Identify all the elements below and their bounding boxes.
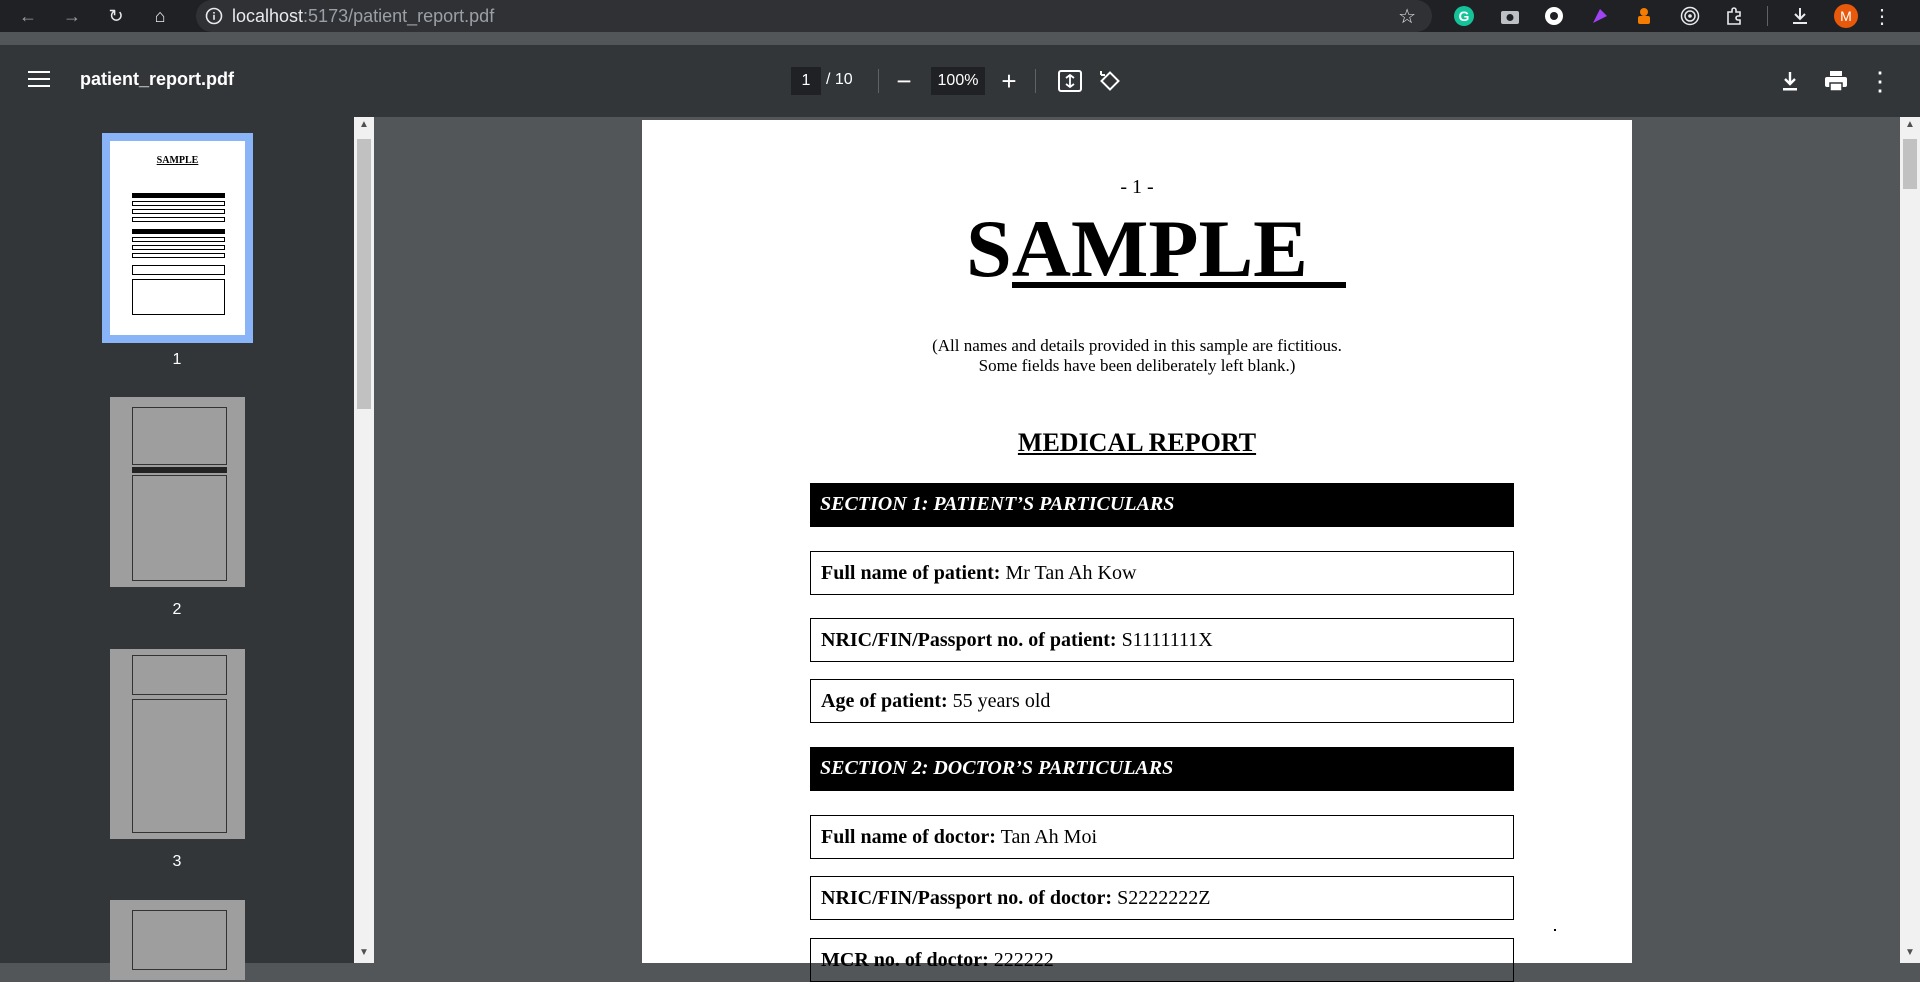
profile-avatar[interactable]: M (1834, 4, 1858, 28)
browser-toolbar: ← → ↻ ⌂ localhost:5173/patient_report.pd… (0, 0, 1920, 32)
section-2-header: SECTION 2: DOCTOR’S PARTICULARS (810, 747, 1514, 791)
field-label: NRIC/FIN/Passport no. of patient: (821, 629, 1117, 651)
scroll-down-arrow-icon[interactable]: ▼ (354, 947, 374, 958)
field-value: S2222222Z (1117, 887, 1211, 909)
extension-circle-icon[interactable] (1542, 4, 1566, 28)
report-title: MEDICAL REPORT (1017, 428, 1257, 457)
page-dot (1554, 929, 1556, 931)
more-options-icon[interactable]: ⋮ (1864, 65, 1896, 97)
thumbnail-content (132, 253, 225, 258)
thumbnail-label: 3 (172, 853, 182, 870)
field-label: NRIC/FIN/Passport no. of doctor: (821, 887, 1113, 909)
field-value: S1111111X (1121, 629, 1213, 651)
field-label: Age of patient: (821, 690, 948, 712)
bookmark-star-icon[interactable]: ☆ (1398, 4, 1416, 29)
scroll-down-arrow-icon[interactable]: ▼ (1900, 947, 1920, 958)
thumbnail-content (132, 655, 227, 695)
thumbnail-content (132, 467, 227, 473)
thumbnail-content (132, 229, 225, 234)
forward-icon[interactable]: → (52, 0, 92, 32)
patient-name-field: Full name of patient: Mr Tan Ah Kow (810, 551, 1514, 595)
disclaimer-line: (All names and details provided in this … (932, 336, 1342, 355)
thumbnail-content (132, 699, 227, 833)
sidebar-scrollbar[interactable]: ▲ ▼ (354, 117, 374, 963)
disclaimer-text: (All names and details provided in this … (642, 336, 1632, 376)
sample-underline (1012, 282, 1346, 288)
thumbnail-page-3[interactable] (110, 649, 245, 839)
document-title: patient_report.pdf (80, 69, 235, 89)
thumbnail-content (132, 245, 225, 250)
thumbnail-content (132, 265, 225, 275)
thumbnail-label: 1 (172, 351, 182, 368)
doctor-id-field: NRIC/FIN/Passport no. of doctor: S222222… (810, 876, 1514, 920)
zoom-out-icon[interactable]: − (888, 65, 920, 97)
field-value: 55 years old (952, 690, 1051, 712)
thumbnail-content (132, 475, 227, 581)
thumbnail-label: 2 (172, 601, 182, 618)
reload-icon[interactable]: ↻ (96, 0, 136, 32)
browser-menu-icon[interactable]: ⋮ (1870, 4, 1894, 28)
fit-to-page-icon[interactable] (1054, 65, 1086, 97)
field-label: Full name of patient: (821, 562, 1001, 584)
thumbnail-content (132, 209, 225, 214)
home-icon[interactable]: ⌂ (140, 0, 180, 32)
rotate-icon[interactable] (1094, 65, 1126, 97)
document-scroll-thumb[interactable] (1903, 139, 1917, 189)
svg-text:G: G (1459, 8, 1470, 24)
url-host: localhost (232, 5, 304, 26)
thumbnail-content: SAMPLE (156, 155, 199, 166)
thumbnail-page-1[interactable]: SAMPLE (102, 133, 253, 343)
extensions-puzzle-icon[interactable] (1722, 4, 1746, 28)
disclaimer-line: Some fields have been deliberately left … (978, 356, 1296, 375)
download-icon[interactable] (1774, 65, 1806, 97)
toolbar-separator (878, 69, 879, 93)
address-bar[interactable]: localhost:5173/patient_report.pdf ☆ (196, 0, 1432, 32)
patient-id-field: NRIC/FIN/Passport no. of patient: S11111… (810, 618, 1514, 662)
page-total: / 10 (826, 71, 853, 88)
extension-purple-icon[interactable] (1588, 4, 1612, 28)
url-text: localhost:5173/patient_report.pdf (232, 6, 494, 27)
scroll-up-arrow-icon[interactable]: ▲ (354, 119, 374, 130)
document-scrollbar[interactable]: ▲ ▼ (1900, 117, 1920, 963)
field-value: Tan Ah Moi (1000, 826, 1098, 848)
thumbnail-content (132, 237, 225, 242)
extension-target-icon[interactable] (1678, 4, 1702, 28)
thumbnail-content (132, 279, 225, 315)
thumbnail-page-2[interactable] (110, 397, 245, 587)
field-value: 222222 (993, 949, 1054, 971)
grammarly-icon[interactable]: G (1452, 4, 1476, 28)
field-label: MCR no. of doctor: (821, 949, 989, 971)
thumbnail-content (132, 193, 225, 198)
toolbar-separator (1035, 69, 1036, 93)
hamburger-menu-icon[interactable] (28, 71, 50, 89)
doctor-name-field: Full name of doctor: Tan Ah Moi (810, 815, 1514, 859)
thumbnail-content (132, 910, 227, 970)
extension-orange-icon[interactable] (1632, 4, 1656, 28)
doctor-mcr-field: MCR no. of doctor: 222222 (810, 938, 1514, 982)
sidebar-scroll-thumb[interactable] (357, 139, 371, 409)
patient-age-field: Age of patient: 55 years old (810, 679, 1514, 723)
zoom-in-icon[interactable]: + (993, 65, 1025, 97)
camera-extension-icon[interactable] (1498, 4, 1522, 28)
field-value: Mr Tan Ah Kow (1005, 562, 1137, 584)
zoom-level-input[interactable]: 100% (931, 67, 985, 95)
url-path: :5173/patient_report.pdf (303, 5, 495, 26)
field-label: Full name of doctor: (821, 826, 996, 848)
toolbar-divider (1767, 6, 1768, 26)
thumbnail-content (132, 217, 225, 222)
scroll-up-arrow-icon[interactable]: ▲ (1900, 119, 1920, 130)
pdf-page: - 1 - SAMPLE (All names and details prov… (642, 120, 1632, 982)
site-info-icon[interactable] (196, 7, 232, 25)
page-number-input[interactable]: 1 (791, 67, 821, 95)
downloads-icon[interactable] (1788, 4, 1812, 28)
pdf-toolbar: patient_report.pdf 1 / 10 − 100% + ⋮ (0, 45, 1920, 117)
section-1-header: SECTION 1: PATIENT’S PARTICULARS (810, 483, 1514, 527)
thumbnail-content (132, 201, 225, 206)
thumbnail-content (132, 407, 227, 465)
back-icon[interactable]: ← (8, 0, 48, 32)
print-icon[interactable] (1820, 65, 1852, 97)
thumbnail-page-4[interactable] (110, 900, 245, 980)
page-marker: - 1 - (1120, 176, 1154, 198)
thumbnail-sidebar: SAMPLE 1 2 3 (0, 117, 354, 980)
